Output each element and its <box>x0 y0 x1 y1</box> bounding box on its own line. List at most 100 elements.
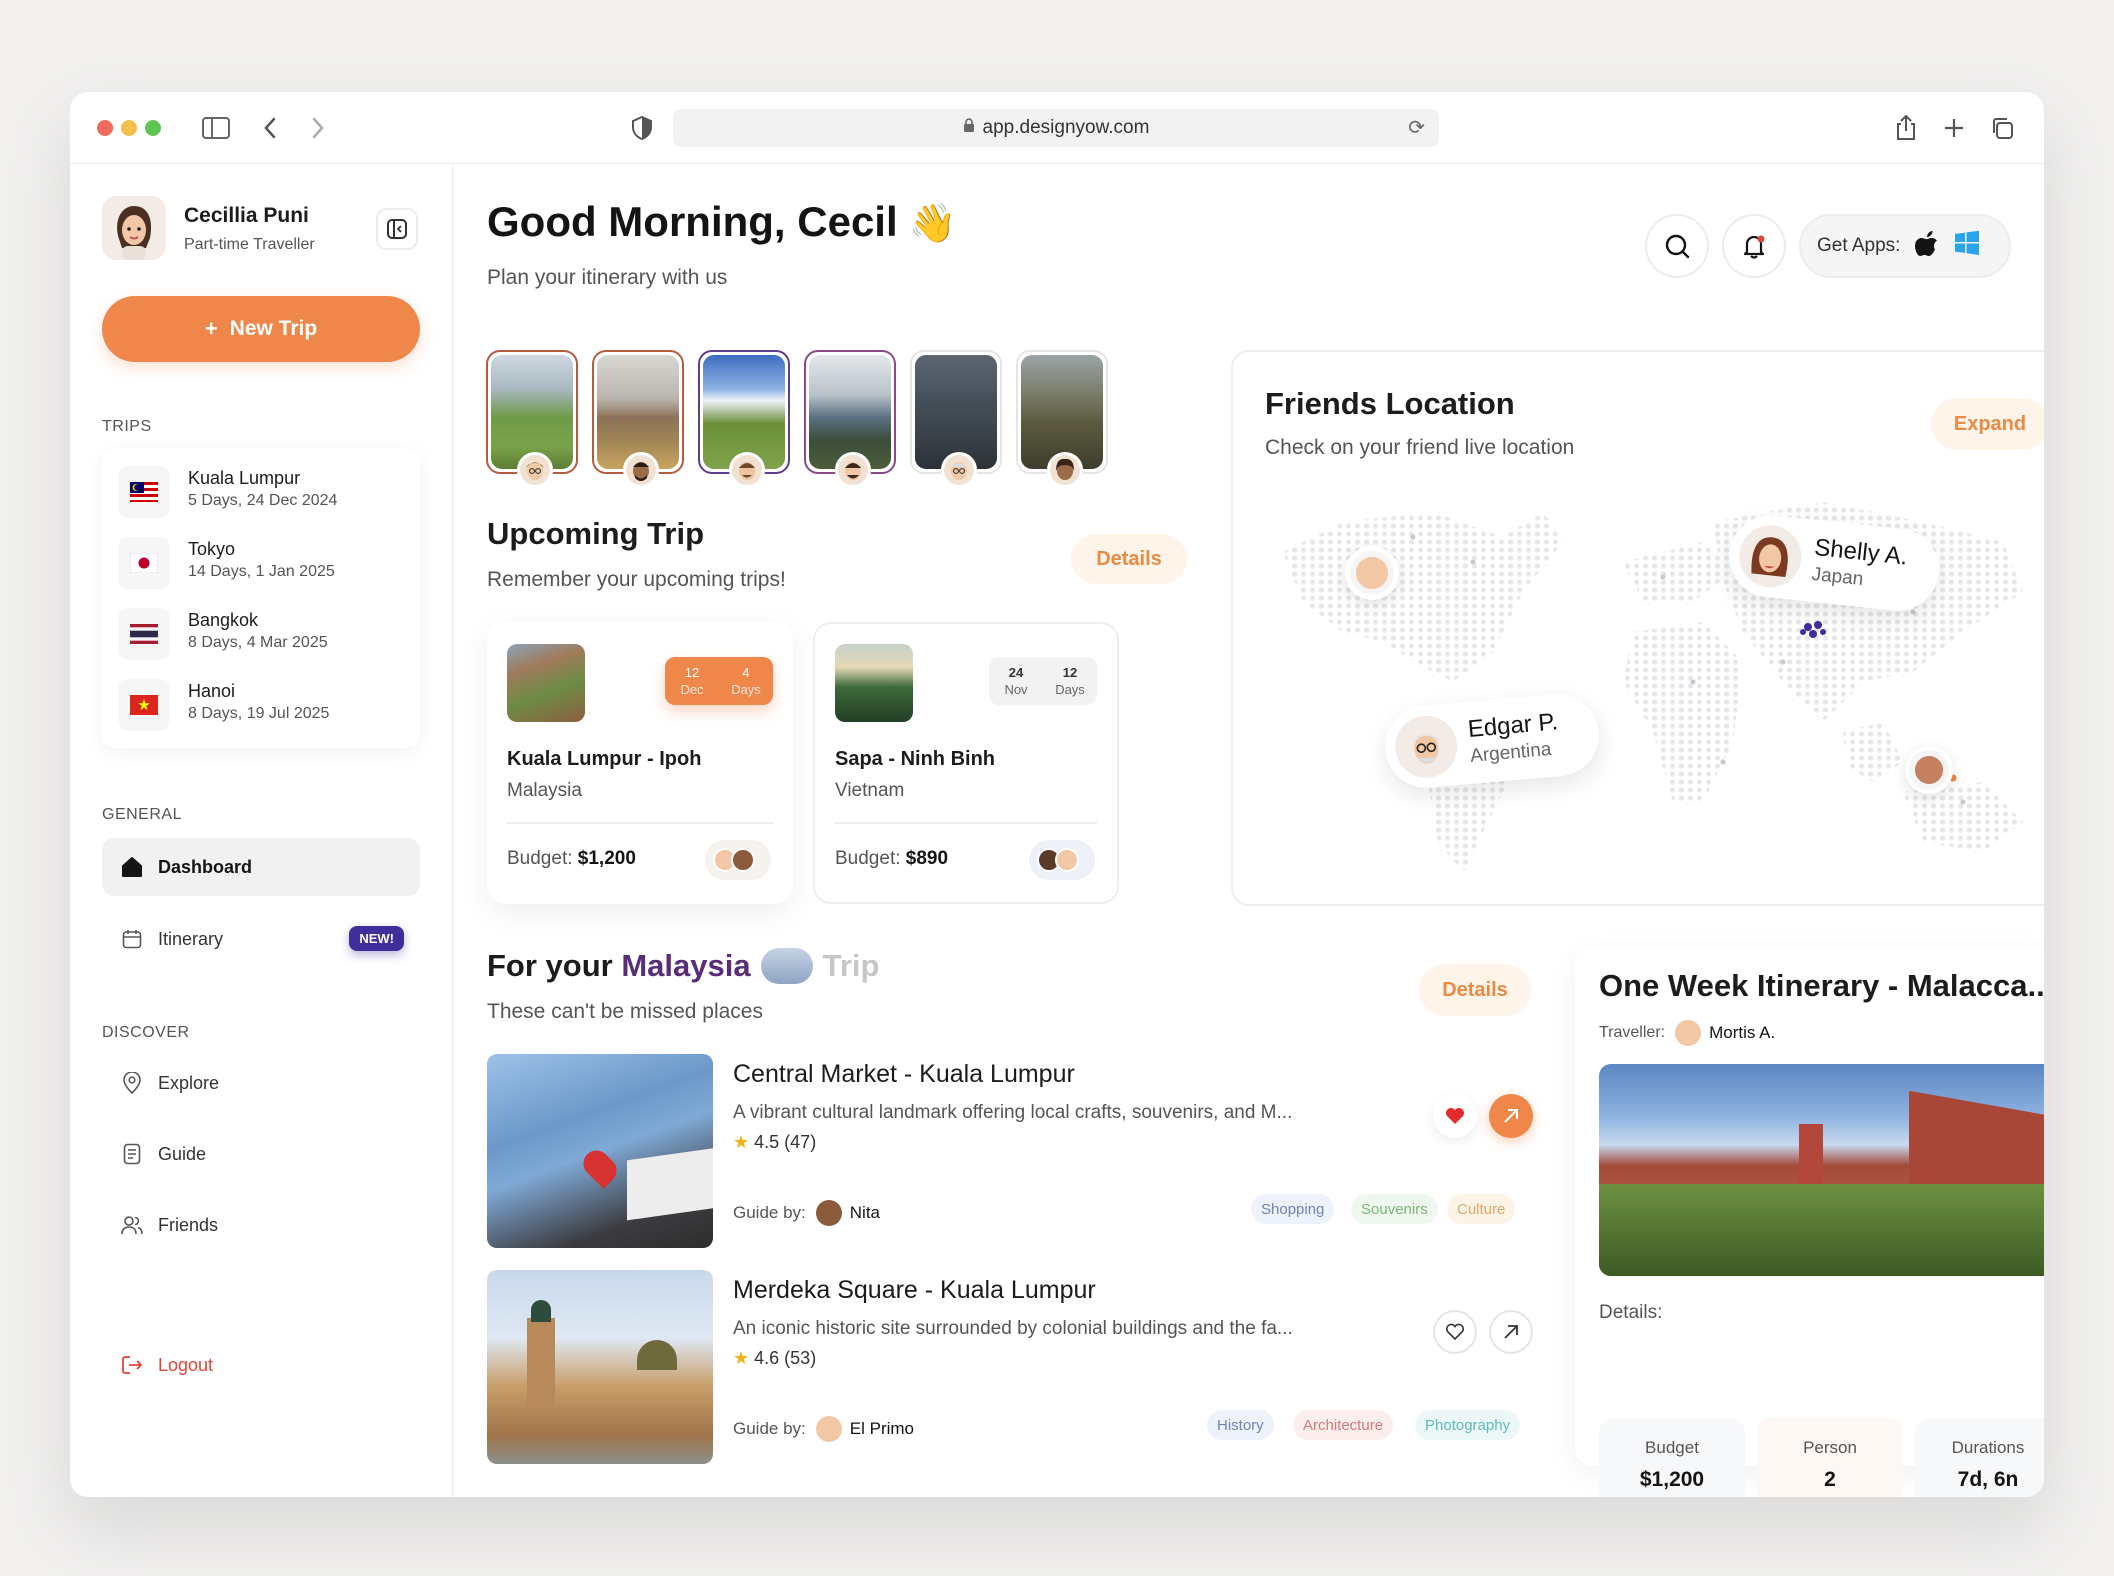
new-badge: NEW! <box>349 926 404 951</box>
nav-explore[interactable]: Explore <box>102 1054 420 1112</box>
japan-flag-icon <box>118 537 170 589</box>
place-guide: Guide by: El Primo <box>733 1416 914 1442</box>
notifications-button[interactable] <box>1722 214 1786 278</box>
favorite-button[interactable] <box>1433 1310 1477 1354</box>
story-thumbnail[interactable] <box>592 350 684 488</box>
upcoming-trip-card[interactable]: 24 Nov 12 Days Sapa - Ninh Binh Vietnam … <box>813 622 1119 904</box>
expand-map-button[interactable]: Expand <box>1931 398 2044 450</box>
story-avatar <box>835 452 871 488</box>
collapse-sidebar-button[interactable] <box>376 208 418 250</box>
tag-chip[interactable]: History <box>1207 1410 1274 1440</box>
arrow-up-right-icon <box>1504 1109 1518 1123</box>
location-pin-icon <box>120 1071 144 1095</box>
nav-friends[interactable]: Friends <box>102 1196 420 1254</box>
itinerary-photo <box>1599 1064 2044 1276</box>
trip-name: Kuala Lumpur <box>188 468 301 488</box>
minimize-window-button[interactable] <box>121 120 137 136</box>
trip-item-bangkok[interactable]: Bangkok 8 Days, 4 Mar 2025 <box>118 604 408 660</box>
story-thumbnail[interactable] <box>910 350 1002 488</box>
trip-date-badge: 12 Dec 4 Days <box>665 657 773 705</box>
nav-itinerary[interactable]: Itinerary NEW! <box>102 910 420 968</box>
shield-icon[interactable] <box>624 110 660 146</box>
tag-chip[interactable]: Culture <box>1447 1194 1516 1224</box>
lock-icon <box>963 117 975 139</box>
story-thumbnail[interactable] <box>698 350 790 488</box>
traveller-avatar <box>1675 1020 1702 1046</box>
trip-item-hanoi[interactable]: Hanoi 8 Days, 19 Jul 2025 <box>118 675 408 731</box>
story-thumbnail[interactable] <box>486 350 578 488</box>
profile-avatar[interactable] <box>102 196 166 260</box>
search-button[interactable] <box>1645 214 1709 278</box>
search-icon <box>1665 234 1690 259</box>
heart-outline-icon <box>1445 1323 1465 1341</box>
story-thumbnail[interactable] <box>1016 350 1108 488</box>
trip-item-tokyo[interactable]: Tokyo 14 Days, 1 Jan 2025 <box>118 533 408 589</box>
browser-window: app.designyow.com ⟳ Cecillia Puni Part-t… <box>70 92 2044 1497</box>
itinerary-traveller: Traveller: Mortis A. <box>1599 1020 1775 1046</box>
trip-route: Sapa - Ninh Binh <box>835 748 995 770</box>
profile-role: Part-time Traveller <box>184 236 315 253</box>
document-icon <box>120 1142 144 1166</box>
sidebar: Cecillia Puni Part-time Traveller + New T… <box>70 164 453 1497</box>
tabs-overview-icon[interactable] <box>1984 110 2020 146</box>
place-description: A vibrant cultural landmark offering loc… <box>733 1102 1293 1123</box>
friend-pin-avatar[interactable] <box>1905 746 1953 794</box>
tag-chip[interactable]: Shopping <box>1251 1194 1335 1224</box>
story-avatar <box>1047 452 1083 488</box>
story-avatar <box>623 452 659 488</box>
tag-chip[interactable]: Photography <box>1415 1410 1521 1440</box>
story-thumbnail[interactable] <box>804 350 896 488</box>
new-tab-icon[interactable] <box>1936 110 1972 146</box>
zoom-window-button[interactable] <box>145 120 161 136</box>
place-title[interactable]: Merdeka Square - Kuala Lumpur <box>733 1276 1096 1305</box>
trip-item-kuala-lumpur[interactable]: Kuala Lumpur 5 Days, 24 Dec 2024 <box>118 462 408 518</box>
share-icon[interactable] <box>1888 110 1924 146</box>
sidebar-toggle-icon[interactable] <box>198 110 234 146</box>
windows-icon[interactable] <box>1954 230 1980 262</box>
place-photo <box>487 1270 713 1464</box>
logout-button[interactable]: Logout <box>102 1336 420 1394</box>
tag-chip[interactable]: Souvenirs <box>1351 1194 1438 1224</box>
apple-icon[interactable] <box>1914 228 1940 264</box>
back-icon[interactable] <box>252 110 288 146</box>
itinerary-card[interactable]: One Week Itinerary - Malacca... Travelle… <box>1575 946 2044 1466</box>
place-photo <box>487 1054 713 1248</box>
guide-avatar <box>815 1416 842 1442</box>
open-place-button[interactable] <box>1489 1310 1533 1354</box>
place-rating: ★ 4.6 (53) <box>733 1348 817 1368</box>
star-icon: ★ <box>733 1348 750 1368</box>
calendar-icon <box>120 927 144 951</box>
arrow-up-right-icon <box>1504 1325 1518 1339</box>
story-avatar <box>729 452 765 488</box>
nav-guide[interactable]: Guide <box>102 1125 420 1183</box>
forward-icon[interactable] <box>300 110 336 146</box>
upcoming-trip-card[interactable]: 12 Dec 4 Days Kuala Lumpur - Ipoh Malays… <box>487 622 793 904</box>
address-bar[interactable]: app.designyow.com ⟳ <box>673 109 1439 147</box>
trip-detail: 14 Days, 1 Jan 2025 <box>188 563 335 580</box>
friends-location-title: Friends Location <box>1265 386 1515 421</box>
nav-dashboard[interactable]: Dashboard <box>102 838 420 896</box>
close-window-button[interactable] <box>97 120 113 136</box>
home-icon <box>120 855 144 879</box>
stat-durations: Durations 7d, 6n <box>1915 1418 2044 1497</box>
open-place-button[interactable] <box>1489 1094 1533 1138</box>
upcoming-details-button[interactable]: Details <box>1071 534 1187 584</box>
trip-name: Bangkok <box>188 610 259 630</box>
itinerary-title: One Week Itinerary - Malacca... <box>1599 968 2044 1003</box>
greeting-title: Good Morning, Cecil 👋 <box>487 198 957 245</box>
reload-icon[interactable]: ⟳ <box>1408 115 1425 140</box>
favorite-button[interactable] <box>1433 1094 1477 1138</box>
story-avatar <box>517 452 553 488</box>
friends-location-subtitle: Check on your friend live location <box>1265 436 1575 459</box>
place-title[interactable]: Central Market - Kuala Lumpur <box>733 1060 1075 1089</box>
profile-name: Cecillia Puni <box>184 204 309 227</box>
waving-hand-icon: 👋 <box>909 203 957 245</box>
malaysia-details-button[interactable]: Details <box>1419 964 1531 1016</box>
tag-chip[interactable]: Architecture <box>1293 1410 1394 1440</box>
trip-photo <box>835 644 913 722</box>
trip-budget: Budget: $890 <box>835 848 949 869</box>
stat-person: Person 2 <box>1757 1418 1903 1497</box>
url-text: app.designyow.com <box>982 117 1150 138</box>
friend-pin-avatar[interactable] <box>1345 546 1399 600</box>
new-trip-button[interactable]: + New Trip <box>102 296 420 362</box>
